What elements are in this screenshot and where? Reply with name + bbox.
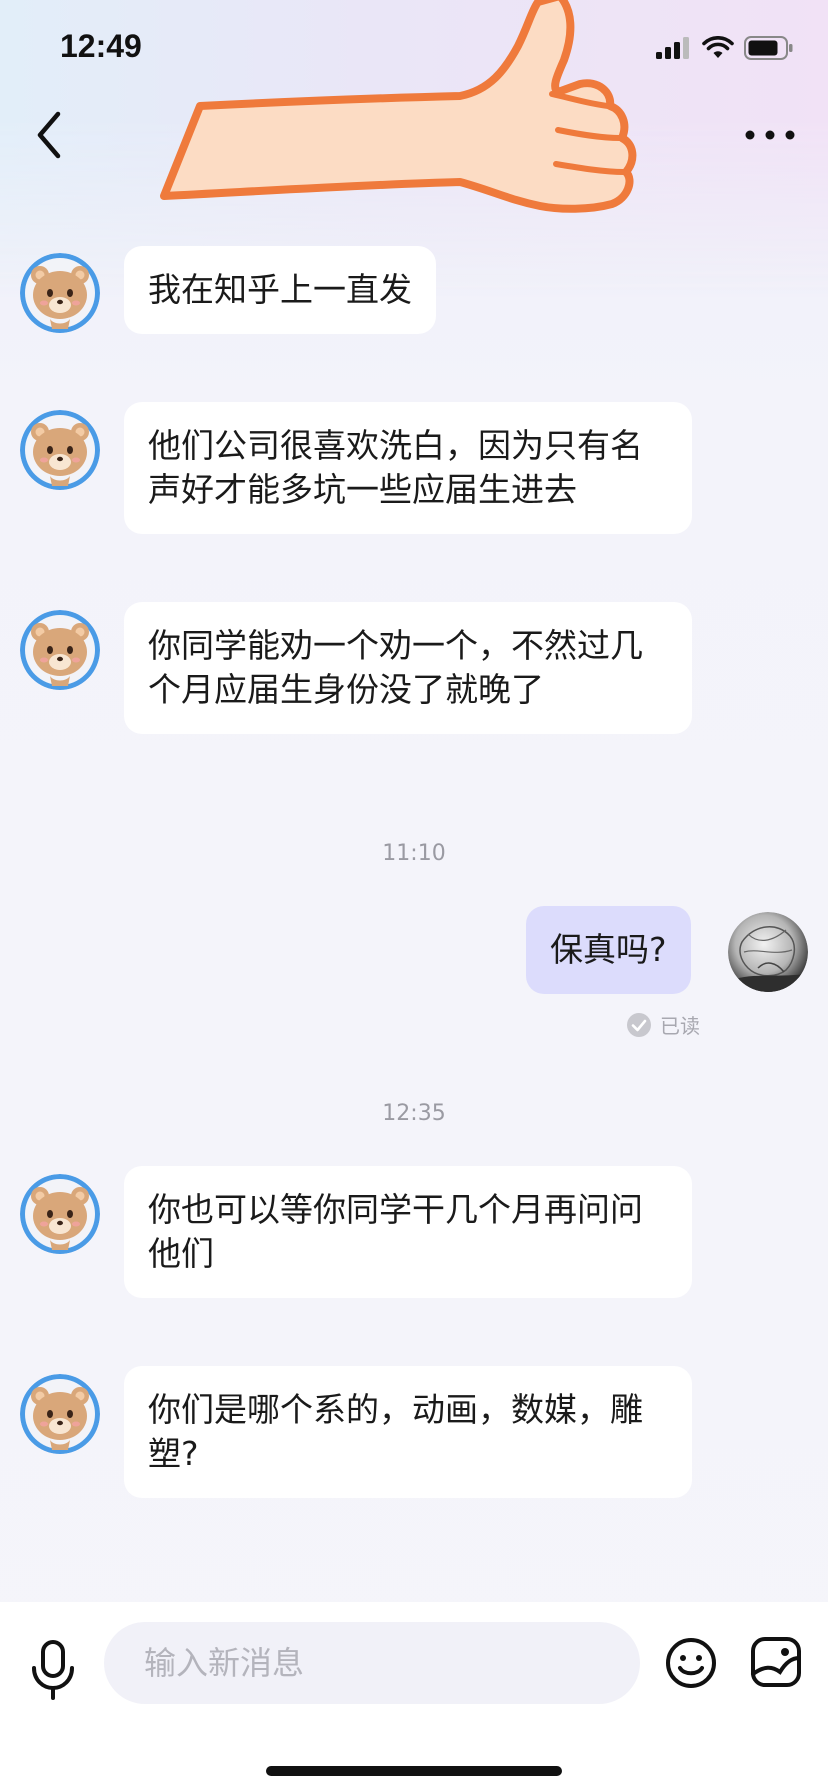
contact-avatar[interactable]: [20, 610, 100, 690]
message-bubble[interactable]: 他们公司很喜欢洗白，因为只有名 声好才能多坑一些应届生进去: [124, 402, 692, 534]
message-bubble[interactable]: 你也可以等你同学干几个月再问问 他们: [124, 1166, 692, 1298]
status-icons: [656, 36, 794, 60]
contact-avatar[interactable]: [20, 1174, 100, 1254]
read-receipt: 已读: [626, 1010, 700, 1039]
my-avatar[interactable]: [728, 912, 808, 992]
my-message-bubble[interactable]: 保真吗?: [526, 906, 691, 994]
read-status-label: 已读: [660, 1014, 700, 1038]
image-icon[interactable]: [750, 1636, 802, 1688]
message-timestamp: 12:35: [382, 1101, 446, 1126]
message-input[interactable]: 输入新消息: [104, 1622, 640, 1704]
home-indicator: [266, 1766, 562, 1776]
wifi-icon: [702, 36, 734, 58]
microphone-icon[interactable]: [26, 1638, 80, 1702]
message-bubble[interactable]: 你们是哪个系的，动画，数媒，雕 塑?: [124, 1366, 692, 1498]
status-time: 12:49: [60, 28, 142, 64]
check-circle-icon: [627, 1012, 651, 1037]
contact-avatar[interactable]: [20, 410, 100, 490]
emoji-icon[interactable]: [664, 1636, 718, 1690]
message-timestamp: 11:10: [382, 841, 446, 866]
contact-avatar[interactable]: [20, 1374, 100, 1454]
contact-avatar[interactable]: [20, 253, 100, 333]
battery-icon: [744, 36, 793, 60]
input-bar: 输入新消息: [0, 1602, 828, 1792]
thumbs-up-decoration: [160, 0, 637, 213]
message-bubble[interactable]: 我在知乎上一直发: [124, 246, 436, 334]
more-dots-icon[interactable]: [740, 118, 800, 152]
message-bubble[interactable]: 你同学能劝一个劝一个，不然过几 个月应届生身份没了就晚了: [124, 602, 692, 734]
chevron-left-icon[interactable]: [30, 108, 70, 162]
cellular-signal-icon: [656, 37, 689, 59]
